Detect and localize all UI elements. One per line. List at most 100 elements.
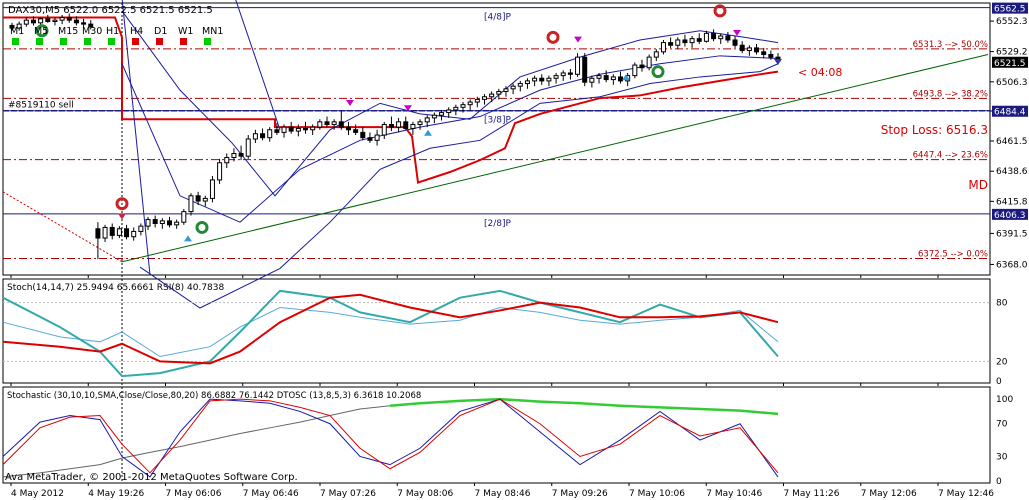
sub2-tick-label: 100: [996, 395, 1013, 405]
x-tick-label: 7 May 08:06: [397, 489, 453, 499]
candle-body: [660, 42, 666, 53]
candle-body: [30, 19, 36, 24]
timer-label: < 04:08: [798, 66, 842, 79]
pane-frame-0: [2, 2, 991, 276]
timeframe-label: MN1: [202, 26, 223, 37]
candle-body: [81, 22, 87, 25]
candle-body: [324, 121, 330, 125]
price-tag-label: 6562.5: [994, 5, 1026, 15]
candle-body: [589, 77, 595, 83]
candle-body: [23, 19, 29, 25]
price-tick-label: 6506.3: [996, 78, 1028, 88]
candle-body: [596, 75, 602, 79]
timeframe-label: H1: [106, 26, 119, 37]
x-tick-label: 4 May 19:26: [88, 489, 144, 499]
timeframe-box: [84, 38, 91, 45]
candle-body: [95, 228, 101, 239]
fib-label: 6531.3 --> 50.0%: [913, 40, 988, 50]
candle-body: [703, 32, 709, 42]
candle-body: [546, 77, 552, 82]
x-tick-label: 7 May 10:06: [629, 489, 685, 499]
candle-body: [474, 98, 480, 103]
candle-body: [224, 156, 230, 164]
candle-body: [754, 47, 760, 53]
x-tick-label: 7 May 10:46: [706, 489, 762, 499]
candle-body: [274, 129, 280, 133]
timeframe-box: [132, 38, 139, 45]
timeframe-label: M30: [82, 26, 102, 37]
candle-body: [138, 225, 144, 232]
candle-body: [310, 126, 316, 131]
candle-body: [668, 42, 674, 46]
stop-loss-label: Stop Loss: 6516.3: [881, 123, 988, 137]
candle-body: [646, 56, 652, 69]
candle-body: [403, 121, 409, 129]
fib-label: 6447.4 --> 23.6%: [913, 151, 988, 161]
murrey-label: [2/8]P: [484, 219, 512, 229]
sub2-tick-label: 30: [996, 452, 1008, 462]
price-tick-label: 6368.0: [996, 260, 1028, 270]
timeframe-label: M15: [58, 26, 78, 37]
candle-body: [582, 56, 588, 83]
candle-body: [439, 112, 445, 116]
chart-window: 4 May 2012 4 May 19:26 7 May 06:06 7 May 06…: [0, 0, 1029, 500]
candle-body: [410, 123, 416, 129]
timeframe-label: D1: [154, 26, 167, 37]
candle-body: [59, 17, 65, 21]
candle-body: [245, 138, 251, 157]
candle-body: [38, 18, 44, 24]
candle-body: [725, 35, 731, 41]
x-tick-label: 7 May 11:26: [784, 489, 840, 499]
candle-body: [560, 72, 566, 77]
candle-body: [481, 96, 487, 100]
x-tick-label: 7 May 12:46: [938, 489, 994, 499]
timeframe-box: [12, 38, 19, 45]
murrey-label: [4/8]P: [484, 13, 512, 23]
sub2-tick-label: 70: [996, 420, 1008, 430]
candle-body: [288, 126, 294, 132]
candle-body: [131, 230, 137, 238]
candle-body: [381, 123, 387, 136]
candle-body: [739, 44, 745, 52]
candle-body: [360, 131, 366, 139]
sub2-title: Stochastic (30,10,10,SMA,Close/Close,80,…: [7, 391, 421, 401]
watermark: Ava MetaTrader, © 2001-2012 MetaQuotes S…: [5, 472, 298, 483]
candle-body: [303, 127, 309, 131]
candle-body: [267, 129, 273, 139]
candle-body: [653, 51, 659, 58]
x-tick-label: 7 May 06:46: [243, 489, 299, 499]
candle-body: [73, 19, 79, 24]
candle-body: [696, 38, 702, 42]
price-tick-label: 6391.5: [996, 229, 1028, 239]
candle-body: [181, 211, 187, 223]
price-tick-label: 6438.6: [996, 167, 1028, 177]
candle-body: [166, 220, 172, 226]
md-label: MD: [968, 178, 988, 192]
price-tag-label: 6484.4: [994, 108, 1026, 118]
candle-body: [338, 121, 344, 128]
order-label: #8519110 sell: [8, 101, 74, 111]
candle-body: [174, 221, 180, 226]
candle-body: [417, 121, 423, 125]
candle-body: [503, 88, 509, 92]
candle-body: [217, 162, 223, 181]
candle-body: [446, 109, 452, 114]
sub1-tick-label: 20: [996, 357, 1008, 367]
candle-body: [345, 126, 351, 131]
timeframe-box: [180, 38, 187, 45]
x-tick-label: 7 May 12:06: [861, 489, 917, 499]
candle-body: [639, 64, 645, 69]
candle-body: [260, 133, 266, 139]
candle-body: [281, 126, 287, 133]
candle-body: [388, 123, 394, 128]
candle-body: [575, 56, 581, 75]
candle-body: [761, 51, 767, 55]
chart-canvas[interactable]: 4 May 2012 4 May 19:26 7 May 06:06 7 May 06…: [0, 0, 1029, 500]
timeframe-box: [156, 38, 163, 45]
candle-body: [711, 32, 717, 40]
candle-body: [145, 219, 151, 227]
timeframe-box: [204, 38, 211, 45]
candle-body: [496, 90, 502, 95]
candle-body: [460, 104, 466, 108]
candle-body: [52, 19, 58, 22]
